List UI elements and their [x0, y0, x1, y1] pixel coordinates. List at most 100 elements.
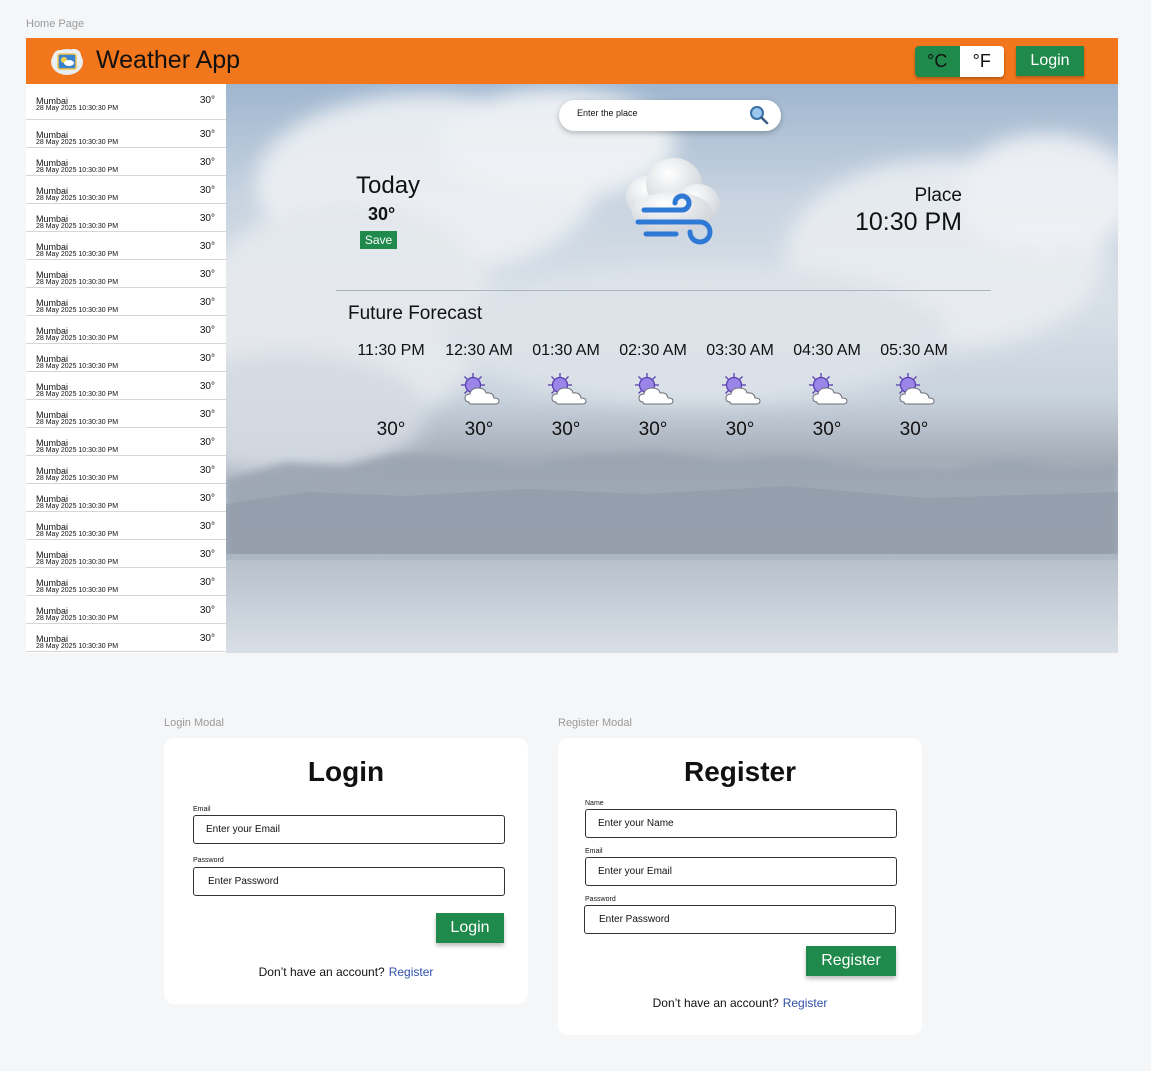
sun-behind-cloud-icon: [635, 373, 674, 405]
forecast-temp: 30°: [376, 419, 406, 440]
login-title: Login: [307, 756, 385, 787]
sidebar-item-datetime: 28 May 2025 10:30:30 PM: [36, 447, 119, 454]
sidebar-item-temp: 30°: [199, 241, 215, 252]
register-link[interactable]: Register: [389, 965, 434, 979]
sidebar-item-temp: 30°: [199, 437, 215, 448]
register-name-field[interactable]: [585, 809, 897, 838]
sidebar-item[interactable]: Mumbai 28 May 2025 10:30:30 PM 30°: [26, 428, 226, 456]
sidebar-item-temp: 30°: [199, 493, 215, 504]
forecast-title: Future Forecast: [348, 303, 483, 324]
sidebar-item-temp: 30°: [199, 605, 215, 616]
register-submit-button[interactable]: Register: [806, 946, 896, 976]
forecast-temp: 30°: [899, 419, 929, 440]
login-password-field[interactable]: [193, 867, 505, 896]
sidebar-item-temp: 30°: [199, 129, 215, 140]
forecast-time: 05:30 AM: [880, 342, 948, 359]
sidebar-item-temp: 30°: [199, 325, 215, 336]
forecast-time: 03:30 AM: [706, 342, 774, 359]
sidebar-item[interactable]: Mumbai 28 May 2025 10:30:30 PM 30°: [26, 288, 226, 316]
place-label: Place: [914, 185, 962, 206]
register-switch-link[interactable]: Register: [783, 996, 828, 1010]
sidebar-item-datetime: 28 May 2025 10:30:30 PM: [36, 643, 119, 650]
sun-behind-cloud-icon: [548, 373, 587, 405]
sidebar-item[interactable]: Mumbai 28 May 2025 10:30:30 PM 30°: [26, 596, 226, 624]
register-email-field[interactable]: [585, 857, 897, 886]
sidebar-item-temp: 30°: [199, 633, 215, 644]
login-email-field[interactable]: [193, 815, 505, 844]
sidebar-item-datetime: 28 May 2025 10:30:30 PM: [36, 587, 119, 594]
header-login-button[interactable]: Login: [1016, 46, 1084, 76]
sidebar-item-datetime: 28 May 2025 10:30:30 PM: [36, 391, 119, 398]
register-password-label: Password: [585, 896, 616, 903]
sidebar-item[interactable]: Mumbai 28 May 2025 10:30:30 PM 30°: [26, 176, 226, 204]
sidebar-item[interactable]: Mumbai 28 May 2025 10:30:30 PM 30°: [26, 484, 226, 512]
sun-behind-cloud-icon: [461, 373, 500, 405]
login-password-label: Password: [193, 857, 224, 864]
sidebar-item[interactable]: Mumbai 28 May 2025 10:30:30 PM 30°: [26, 260, 226, 288]
sidebar-item[interactable]: Mumbai 28 May 2025 10:30:30 PM 30°: [26, 540, 226, 568]
section-divider: [336, 290, 991, 291]
current-time: 10:30 PM: [854, 208, 962, 236]
sidebar-item-datetime: 28 May 2025 10:30:30 PM: [36, 475, 119, 482]
forecast-time: 12:30 AM: [445, 342, 513, 359]
sidebar-item-datetime: 28 May 2025 10:30:30 PM: [36, 195, 119, 202]
forecast-temp: 30°: [725, 419, 755, 440]
sidebar-item[interactable]: Mumbai 28 May 2025 10:30:30 PM 30°: [26, 84, 226, 120]
sidebar-item[interactable]: Mumbai 28 May 2025 10:30:30 PM 30°: [26, 120, 226, 148]
sidebar-item-temp: 30°: [199, 157, 215, 168]
sidebar-item-datetime: 28 May 2025 10:30:30 PM: [36, 167, 119, 174]
place-search-bar[interactable]: [559, 100, 781, 131]
sidebar-item[interactable]: Mumbai 28 May 2025 10:30:30 PM 30°: [26, 372, 226, 400]
forecast-temp: 30°: [464, 419, 494, 440]
cloud-wind-icon: [626, 158, 720, 245]
register-switch-line: Don’t have an account? Register: [558, 996, 922, 1010]
sidebar-item-datetime: 28 May 2025 10:30:30 PM: [36, 503, 119, 510]
register-title: Register: [683, 756, 797, 787]
sidebar-item[interactable]: Mumbai 28 May 2025 10:30:30 PM 30°: [26, 316, 226, 344]
sidebar-item-datetime: 28 May 2025 10:30:30 PM: [36, 419, 119, 426]
forecast-item: 05:30 AM 30°: [874, 342, 954, 441]
sidebar-item-temp: 30°: [199, 269, 215, 280]
app-header: Weather App °C °F Login: [26, 38, 1118, 84]
sidebar-item-temp: 30°: [199, 185, 215, 196]
forecast-temp: 30°: [551, 419, 581, 440]
saved-places-sidebar[interactable]: Mumbai 28 May 2025 10:30:30 PM 30° Mumbai 28…: [26, 84, 226, 653]
home-page-label: Home Page: [26, 18, 85, 30]
forecast-item: 04:30 AM 30°: [787, 342, 867, 441]
sidebar-item[interactable]: Mumbai 28 May 2025 10:30:30 PM 30°: [26, 204, 226, 232]
sidebar-item[interactable]: Mumbai 28 May 2025 10:30:30 PM 30°: [26, 400, 226, 428]
sidebar-item[interactable]: Mumbai 28 May 2025 10:30:30 PM 30°: [26, 568, 226, 596]
forecast-time: 02:30 AM: [619, 342, 687, 359]
login-email-label: Email: [193, 806, 211, 813]
forecast-item: 01:30 AM 30°: [526, 342, 606, 441]
sidebar-item-datetime: 28 May 2025 10:30:30 PM: [36, 251, 119, 258]
sidebar-item[interactable]: Mumbai 28 May 2025 10:30:30 PM 30°: [26, 344, 226, 372]
sidebar-item[interactable]: Mumbai 28 May 2025 10:30:30 PM 30°: [26, 512, 226, 540]
register-modal: Register Name Email Password Register Do…: [558, 738, 922, 1035]
sun-behind-cloud-icon: [896, 373, 935, 405]
register-name-label: Name: [585, 800, 604, 807]
sidebar-item-temp: 30°: [199, 465, 215, 476]
sidebar-item-datetime: 28 May 2025 10:30:30 PM: [36, 279, 119, 286]
forecast-item: 12:30 AM 30°: [439, 342, 519, 441]
register-password-field[interactable]: [584, 905, 896, 934]
login-submit-button[interactable]: Login: [436, 913, 504, 943]
sidebar-item-temp: 30°: [199, 521, 215, 532]
login-modal: Login Email Password Login Don’t have an…: [164, 738, 528, 1004]
search-icon[interactable]: [749, 105, 769, 125]
forecast-time: 01:30 AM: [532, 342, 600, 359]
current-temperature: 30°: [368, 204, 396, 224]
sidebar-item[interactable]: Mumbai 28 May 2025 10:30:30 PM 30°: [26, 456, 226, 484]
unit-fahrenheit-option[interactable]: °F: [959, 46, 1004, 77]
sidebar-item-temp: 30°: [199, 381, 215, 392]
unit-toggle[interactable]: °C °F: [915, 46, 1004, 77]
sidebar-item[interactable]: Mumbai 28 May 2025 10:30:30 PM 30°: [26, 624, 226, 652]
save-button[interactable]: Save: [360, 231, 397, 249]
sidebar-item[interactable]: Mumbai 28 May 2025 10:30:30 PM 30°: [26, 148, 226, 176]
sidebar-item-datetime: 28 May 2025 10:30:30 PM: [36, 139, 119, 146]
weather-app-logo-icon: [51, 49, 83, 75]
app-title: Weather App: [96, 46, 241, 74]
sidebar-item[interactable]: Mumbai 28 May 2025 10:30:30 PM 30°: [26, 232, 226, 260]
unit-celsius-option[interactable]: °C: [915, 46, 960, 77]
search-input[interactable]: [577, 108, 747, 118]
